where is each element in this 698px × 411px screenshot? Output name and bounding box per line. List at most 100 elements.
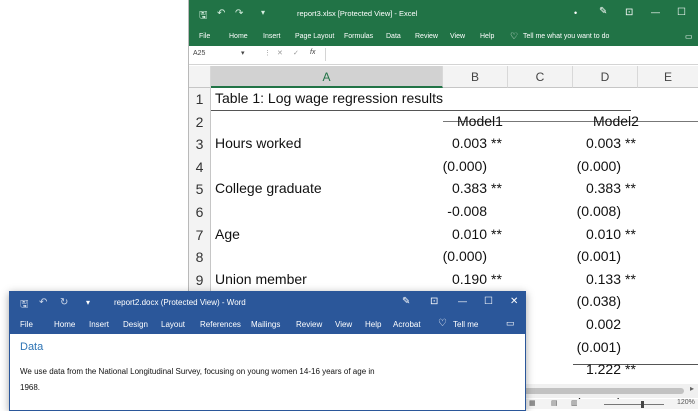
row-header[interactable]: 9 xyxy=(189,268,211,292)
page-break-view-icon[interactable]: ▥ xyxy=(571,399,578,407)
scrollbar-thumb[interactable] xyxy=(519,388,684,394)
cell-a[interactable]: Age xyxy=(215,226,240,242)
comments-icon[interactable]: ▭ xyxy=(685,32,693,41)
row-header[interactable]: 2 xyxy=(189,110,211,134)
pen-icon[interactable]: ✎ xyxy=(402,296,410,307)
excel-menu-view[interactable]: View xyxy=(450,33,465,40)
excel-menu-home[interactable]: Home xyxy=(229,33,248,40)
cell-b[interactable]: 0.190 xyxy=(452,271,487,287)
cell-b-significance[interactable]: ** xyxy=(491,180,502,196)
cell-b-significance[interactable]: ** xyxy=(491,271,502,287)
cell-d[interactable]: 0.133 xyxy=(586,271,621,287)
excel-menu-review[interactable]: Review xyxy=(415,33,438,40)
cell-a[interactable]: Table 1: Log wage regression results xyxy=(215,90,443,106)
maximize-icon[interactable]: ☐ xyxy=(484,296,493,307)
zoom-slider-handle[interactable] xyxy=(641,401,644,408)
normal-view-icon[interactable]: ▦ xyxy=(529,399,536,407)
cell-b[interactable]: 0.383 xyxy=(452,180,487,196)
word-menu-layout[interactable]: Layout xyxy=(161,320,185,329)
page-layout-view-icon[interactable]: ▤ xyxy=(551,399,558,407)
cell-b[interactable]: 0.003 xyxy=(452,135,487,151)
cell-d[interactable]: (0.001) xyxy=(577,339,621,355)
cell-a[interactable]: College graduate xyxy=(215,180,322,196)
excel-menu-formulas[interactable]: Formulas xyxy=(344,33,373,40)
cell-b-header[interactable]: Model1 xyxy=(457,113,503,129)
pen-icon[interactable]: ✎ xyxy=(599,6,607,17)
column-header-c[interactable]: C xyxy=(508,66,573,88)
row-header[interactable]: 4 xyxy=(189,155,211,179)
undo-icon[interactable]: ↶ xyxy=(217,8,225,19)
customize-qat-icon[interactable]: ▾ xyxy=(261,8,265,17)
zoom-level[interactable]: 120% xyxy=(677,399,695,406)
redo-icon[interactable]: ↻ xyxy=(60,297,68,308)
maximize-icon[interactable]: ☐ xyxy=(677,7,686,18)
customize-qat-icon[interactable]: ▾ xyxy=(86,298,90,307)
row-header[interactable]: 5 xyxy=(189,178,211,201)
cell-d[interactable]: 0.002 xyxy=(586,316,621,332)
excel-menu-help[interactable]: Help xyxy=(480,33,494,40)
cell-d-significance[interactable]: ** xyxy=(625,135,636,151)
ribbon-display-icon[interactable]: ⊡ xyxy=(430,296,438,307)
word-menu-home[interactable]: Home xyxy=(54,320,75,329)
cell-d-significance[interactable]: ** xyxy=(625,226,636,242)
excel-menu-file[interactable]: File xyxy=(199,33,210,40)
word-menu-mailings[interactable]: Mailings xyxy=(251,320,280,329)
formula-input[interactable] xyxy=(325,48,696,61)
cell-b[interactable]: (0.000) xyxy=(443,158,487,174)
cell-d-significance[interactable]: ** xyxy=(625,180,636,196)
row-header[interactable]: 1 xyxy=(189,88,211,111)
cell-d[interactable]: 0.010 xyxy=(586,226,621,242)
cell-b-significance[interactable]: ** xyxy=(491,135,502,151)
word-menu-review[interactable]: Review xyxy=(296,320,322,329)
cell-a[interactable]: Hours worked xyxy=(215,135,301,151)
cell-d[interactable]: 1.222 xyxy=(586,361,621,377)
save-icon[interactable]: 🖫 xyxy=(20,297,29,314)
word-menu-insert[interactable]: Insert xyxy=(89,320,109,329)
word-menu-help[interactable]: Help xyxy=(365,320,381,329)
row-header[interactable]: 3 xyxy=(189,133,211,156)
horizontal-scrollbar[interactable]: ▸ xyxy=(509,384,698,398)
ribbon-display-icon[interactable]: ⊡ xyxy=(625,7,633,18)
cancel-icon[interactable]: ✕ xyxy=(277,49,283,57)
cell-d-header[interactable]: Model2 xyxy=(593,113,639,129)
cell-b[interactable]: (0.000) xyxy=(443,248,487,264)
undo-icon[interactable]: ↶ xyxy=(39,297,47,308)
word-menu-acrobat[interactable]: Acrobat xyxy=(393,320,421,329)
word-document-body[interactable]: Data We use data from the National Longi… xyxy=(10,334,525,410)
word-menu-view[interactable]: View xyxy=(335,320,352,329)
cell-b[interactable]: -0.008 xyxy=(447,203,487,219)
cell-d[interactable]: (0.008) xyxy=(577,203,621,219)
cell-d-significance[interactable]: ** xyxy=(625,271,636,287)
row-header[interactable]: 8 xyxy=(189,246,211,269)
cell-d[interactable]: (0.001) xyxy=(577,248,621,264)
minimize-icon[interactable]: — xyxy=(458,296,467,306)
column-header-b[interactable]: B xyxy=(443,66,508,88)
word-menu-file[interactable]: File xyxy=(20,320,33,329)
cell-d[interactable]: 0.003 xyxy=(586,135,621,151)
cell-b[interactable]: 0.010 xyxy=(452,226,487,242)
cell-d[interactable]: (0.000) xyxy=(577,158,621,174)
cell-d-significance[interactable]: ** xyxy=(625,361,636,377)
column-header-d[interactable]: D xyxy=(573,66,638,88)
excel-tell-me[interactable]: Tell me what you want to do xyxy=(523,33,609,40)
cell-d[interactable]: 0.383 xyxy=(586,180,621,196)
name-box[interactable]: A25 xyxy=(193,50,205,57)
excel-menu-insert[interactable]: Insert xyxy=(263,33,281,40)
cell-b-significance[interactable]: ** xyxy=(491,226,502,242)
word-menu-design[interactable]: Design xyxy=(123,320,148,329)
enter-icon[interactable]: ✓ xyxy=(293,49,299,57)
row-header[interactable]: 6 xyxy=(189,201,211,224)
word-menu-references[interactable]: References xyxy=(200,320,241,329)
column-header-a[interactable]: A xyxy=(211,66,443,88)
fx-icon[interactable]: fx xyxy=(310,49,315,56)
redo-icon[interactable]: ↷ xyxy=(235,8,243,19)
save-icon[interactable]: 🖫 xyxy=(199,8,208,25)
zoom-slider[interactable] xyxy=(604,404,664,405)
column-header-e[interactable]: E xyxy=(638,66,698,88)
comments-icon[interactable]: ▭ xyxy=(506,318,515,329)
cell-a[interactable]: Union member xyxy=(215,271,307,287)
minimize-icon[interactable]: — xyxy=(651,7,660,17)
row-header[interactable]: 7 xyxy=(189,223,211,247)
word-tell-me[interactable]: Tell me xyxy=(453,320,478,329)
excel-menu-data[interactable]: Data xyxy=(386,33,401,40)
